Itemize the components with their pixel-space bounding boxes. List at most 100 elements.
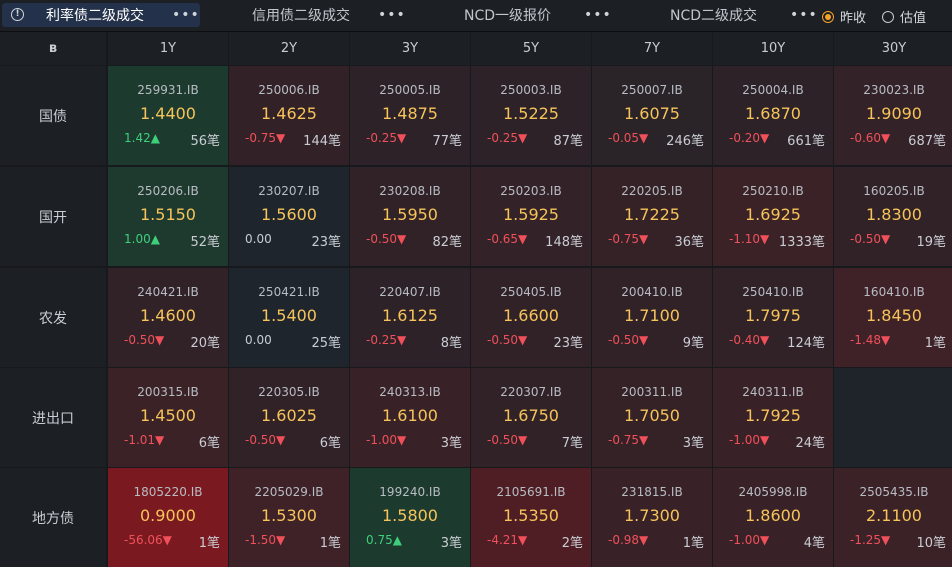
tab-label: NCD一级报价 [464, 8, 552, 24]
bond-code: 231815.IB [621, 485, 683, 499]
quote-cell[interactable]: 250405.IB 1.6600 -0.50▼ 23笔 [471, 268, 591, 367]
yield-value: 1.6100 [382, 406, 438, 425]
quote-cell[interactable]: 240421.IB 1.4600 -0.50▼ 20笔 [108, 268, 228, 367]
bond-code: 230207.IB [258, 184, 320, 198]
bond-code: 250005.IB [379, 83, 441, 97]
trade-count: 1笔 [924, 336, 946, 351]
row-label: 国债 [0, 66, 106, 165]
tenor-header-7y: 7Y [592, 32, 712, 65]
info-icon[interactable]: ! [11, 8, 24, 21]
quote-cell[interactable]: 230023.IB 1.9090 -0.60▼ 687笔 [834, 66, 952, 165]
quote-cell[interactable]: 200315.IB 1.4500 -1.01▼ 6笔 [108, 368, 228, 467]
quote-cell[interactable]: 250421.IB 1.5400 0.00 25笔 [229, 268, 349, 367]
yield-value: 1.4625 [261, 104, 317, 123]
quote-cell[interactable]: 230207.IB 1.5600 0.00 23笔 [229, 167, 349, 266]
quote-cell[interactable]: 250203.IB 1.5925 -0.65▼ 148笔 [471, 167, 591, 266]
change-value: -0.75▼ [608, 232, 649, 246]
bond-code: 250410.IB [742, 285, 804, 299]
more-icon[interactable]: ••• [584, 7, 612, 23]
yield-value: 1.6750 [503, 406, 559, 425]
more-icon[interactable]: ••• [790, 7, 818, 23]
change-value: -1.00▼ [366, 433, 407, 447]
bond-code: 259931.IB [137, 83, 199, 97]
quote-cell[interactable]: 1805220.IB 0.9000 -56.06▼ 1笔 [108, 468, 228, 567]
quote-cell[interactable]: 240313.IB 1.6100 -1.00▼ 3笔 [350, 368, 470, 467]
quote-cell[interactable]: 240311.IB 1.7925 -1.00▼ 24笔 [713, 368, 833, 467]
yield-value: 1.4500 [140, 406, 196, 425]
trade-count: 2笔 [561, 536, 583, 551]
quote-cell[interactable]: 231815.IB 1.7300 -0.98▼ 1笔 [592, 468, 712, 567]
quote-cell[interactable]: 200311.IB 1.7050 -0.75▼ 3笔 [592, 368, 712, 467]
trade-count: 246笔 [666, 134, 704, 149]
quote-cell[interactable]: 250006.IB 1.4625 -0.75▼ 144笔 [229, 66, 349, 165]
change-value: 0.75▲ [366, 533, 402, 547]
change-value: -0.98▼ [608, 533, 649, 547]
quote-cell[interactable]: 250005.IB 1.4875 -0.25▼ 77笔 [350, 66, 470, 165]
quote-cell[interactable]: 250004.IB 1.6870 -0.20▼ 661笔 [713, 66, 833, 165]
change-value: -1.00▼ [729, 433, 770, 447]
tab-credit-bond-secondary[interactable]: 信用债二级成交 ••• [204, 3, 406, 27]
quote-cell[interactable]: 2505435.IB 2.1100 -1.25▼ 10笔 [834, 468, 952, 567]
bond-code: 200410.IB [621, 285, 683, 299]
yield-value: 1.4875 [382, 104, 438, 123]
quote-cell[interactable]: 160410.IB 1.8450 -1.48▼ 1笔 [834, 268, 952, 367]
bond-code: 220307.IB [500, 385, 562, 399]
row-label: 国开 [0, 167, 106, 266]
quote-cell[interactable]: 220307.IB 1.6750 -0.50▼ 7笔 [471, 368, 591, 467]
more-icon[interactable]: ••• [172, 7, 200, 23]
radio-button[interactable] [822, 10, 834, 23]
trade-count: 1333笔 [778, 235, 825, 250]
trade-count: 124笔 [787, 336, 825, 351]
quote-cell[interactable]: 220407.IB 1.6125 -0.25▼ 8笔 [350, 268, 470, 367]
change-value: -0.50▼ [245, 433, 286, 447]
quote-cell[interactable]: 2105691.IB 1.5350 -4.21▼ 2笔 [471, 468, 591, 567]
quote-cell[interactable]: 2205029.IB 1.5300 -1.50▼ 1笔 [229, 468, 349, 567]
yield-value: 1.8450 [866, 306, 922, 325]
change-value: -0.05▼ [608, 131, 649, 145]
top-tab-bar: ! 利率债二级成交 ••• 信用债二级成交 ••• NCD一级报价 ••• NC… [0, 0, 952, 32]
yield-value: 1.4400 [140, 104, 196, 123]
tenor-header-10y: 10Y [713, 32, 833, 65]
tab-rate-bond-secondary[interactable]: ! 利率债二级成交 ••• [2, 3, 200, 27]
change-value: 0.00 [245, 333, 272, 347]
bond-code: 2105691.IB [496, 485, 566, 499]
radio-button[interactable] [882, 10, 894, 23]
tab-ncd-secondary[interactable]: NCD二级成交 ••• [612, 3, 817, 27]
quote-cell[interactable]: 199240.IB 1.5800 0.75▲ 3笔 [350, 468, 470, 567]
trade-count: 23笔 [311, 235, 341, 250]
quote-cell[interactable]: 2405998.IB 1.8600 -1.00▼ 4笔 [713, 468, 833, 567]
change-value: -0.20▼ [729, 131, 770, 145]
quote-cell[interactable]: 250206.IB 1.5150 1.00▲ 52笔 [108, 167, 228, 266]
change-value: -4.21▼ [487, 533, 528, 547]
more-icon[interactable]: ••• [378, 7, 406, 23]
quote-cell[interactable]: 160205.IB 1.8300 -0.50▼ 19笔 [834, 167, 952, 266]
tenor-header-5y: 5Y [471, 32, 591, 65]
tab-ncd-primary-quote[interactable]: NCD一级报价 ••• [408, 3, 611, 27]
bond-code: 250203.IB [500, 184, 562, 198]
yield-value: 1.6125 [382, 306, 438, 325]
row-label: 农发 [0, 268, 106, 367]
quote-cell[interactable]: 220205.IB 1.7225 -0.75▼ 36笔 [592, 167, 712, 266]
tab-label: NCD二级成交 [670, 8, 758, 24]
bond-code: 220407.IB [379, 285, 441, 299]
change-value: -0.65▼ [487, 232, 528, 246]
radio-prev-close[interactable]: 昨收 [822, 7, 866, 26]
quote-cell[interactable]: 250410.IB 1.7975 -0.40▼ 124笔 [713, 268, 833, 367]
quote-cell[interactable]: 259931.IB 1.4400 1.42▲ 56笔 [108, 66, 228, 165]
bond-code: 200311.IB [621, 385, 683, 399]
yield-value: 1.8300 [866, 205, 922, 224]
bond-code: 2505435.IB [859, 485, 929, 499]
yield-value: 1.5225 [503, 104, 559, 123]
trade-count: 19笔 [916, 235, 946, 250]
quote-cell[interactable]: 250007.IB 1.6075 -0.05▼ 246笔 [592, 66, 712, 165]
radio-valuation[interactable]: 估值 [882, 7, 926, 26]
quote-cell[interactable]: 200410.IB 1.7100 -0.50▼ 9笔 [592, 268, 712, 367]
trade-count: 148笔 [545, 235, 583, 250]
quote-cell[interactable]: 230208.IB 1.5950 -0.50▼ 82笔 [350, 167, 470, 266]
quote-cell[interactable]: 250210.IB 1.6925 -1.10▼ 1333笔 [713, 167, 833, 266]
bond-code: 230208.IB [379, 184, 441, 198]
quote-cell[interactable]: 250003.IB 1.5225 -0.25▼ 87笔 [471, 66, 591, 165]
bond-code: 199240.IB [379, 485, 441, 499]
quote-cell[interactable]: 220305.IB 1.6025 -0.50▼ 6笔 [229, 368, 349, 467]
change-value: -0.60▼ [850, 131, 891, 145]
